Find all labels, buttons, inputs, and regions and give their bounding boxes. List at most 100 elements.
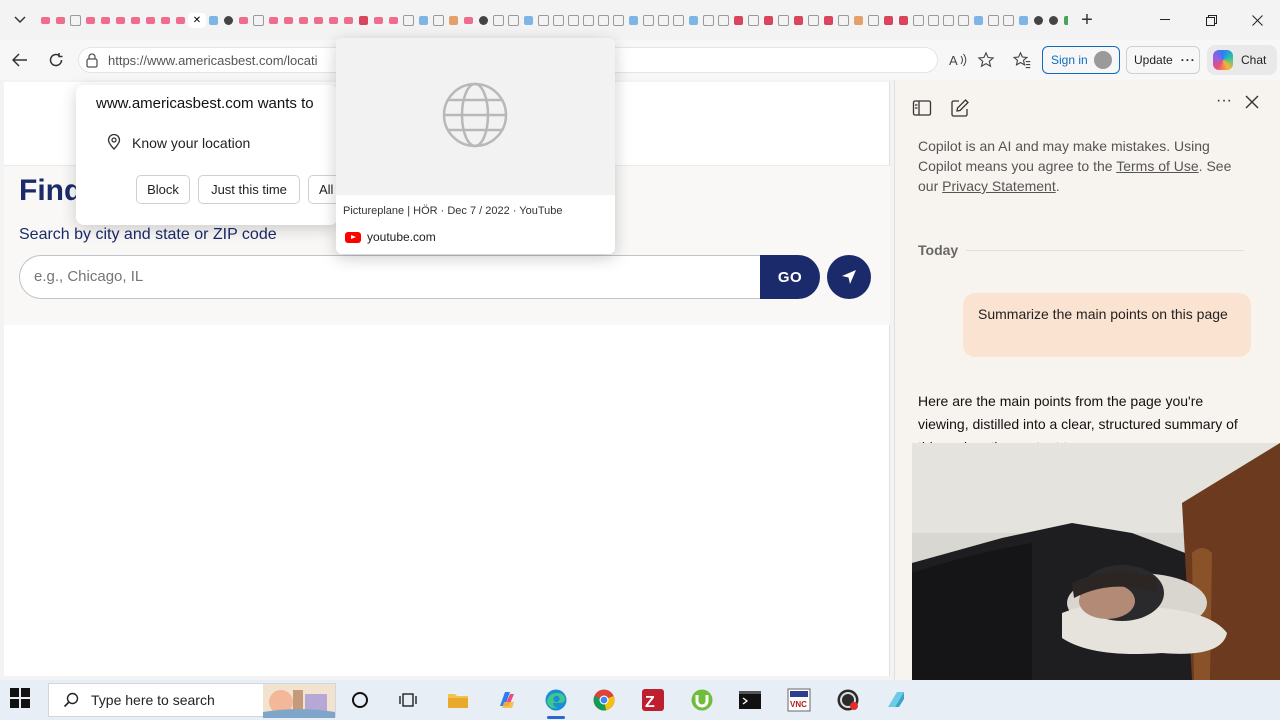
task-view-icon[interactable] bbox=[393, 685, 423, 715]
obs-icon[interactable] bbox=[833, 685, 863, 715]
tab-generic[interactable] bbox=[476, 13, 491, 28]
tab-generic[interactable] bbox=[896, 13, 911, 28]
refresh-icon[interactable] bbox=[44, 48, 68, 72]
file-explorer-icon[interactable] bbox=[443, 685, 473, 715]
tab-generic[interactable] bbox=[581, 13, 596, 28]
tab-generic[interactable] bbox=[731, 13, 746, 28]
tab-generic[interactable] bbox=[926, 13, 941, 28]
tab-generic[interactable] bbox=[956, 13, 971, 28]
close-sidebar-icon[interactable] bbox=[1244, 94, 1264, 114]
tab-mail[interactable] bbox=[68, 13, 83, 28]
tab-youtube[interactable] bbox=[326, 13, 341, 28]
close-window-icon[interactable] bbox=[1234, 6, 1280, 34]
tab-generic[interactable] bbox=[431, 13, 446, 28]
tab-youtube[interactable] bbox=[386, 13, 401, 28]
privacy-statement-link[interactable]: Privacy Statement bbox=[942, 178, 1056, 194]
edge-browser-icon[interactable] bbox=[541, 685, 571, 715]
tab-generic[interactable] bbox=[776, 13, 791, 28]
restore-icon[interactable] bbox=[1188, 6, 1234, 34]
tab-youtube[interactable] bbox=[371, 13, 386, 28]
block-button[interactable]: Block bbox=[136, 175, 190, 204]
filezilla-icon[interactable]: Z bbox=[638, 685, 668, 715]
tab-generic[interactable] bbox=[836, 13, 851, 28]
tab-youtube[interactable] bbox=[311, 13, 326, 28]
tab-close-icon[interactable]: ✕ bbox=[188, 12, 206, 28]
copilot-app-icon[interactable] bbox=[492, 685, 522, 715]
tab-generic[interactable] bbox=[536, 13, 551, 28]
tab-generic[interactable] bbox=[1061, 13, 1068, 28]
tab-youtube[interactable] bbox=[143, 13, 158, 28]
site-info-lock-icon[interactable] bbox=[84, 52, 100, 68]
tab-youtube[interactable] bbox=[281, 13, 296, 28]
tab-generic[interactable] bbox=[746, 13, 761, 28]
tab-generic[interactable] bbox=[761, 13, 776, 28]
tab-youtube[interactable] bbox=[38, 13, 53, 28]
taskbar-search-box[interactable]: Type here to search bbox=[48, 683, 336, 718]
tab-generic[interactable] bbox=[506, 13, 521, 28]
url-text[interactable]: https://www.americasbest.com/locati bbox=[108, 53, 318, 68]
more-options-icon[interactable]: ··· bbox=[1216, 92, 1236, 112]
tab-youtube[interactable] bbox=[236, 13, 251, 28]
tab-youtube[interactable] bbox=[83, 13, 98, 28]
favorites-icon[interactable] bbox=[1010, 48, 1034, 72]
tab-generic[interactable] bbox=[596, 13, 611, 28]
tab-generic[interactable] bbox=[521, 13, 536, 28]
tab-generic[interactable] bbox=[611, 13, 626, 28]
tab-generic[interactable] bbox=[1016, 13, 1031, 28]
utorrent-icon[interactable] bbox=[687, 685, 717, 715]
tab-generic[interactable] bbox=[941, 13, 956, 28]
back-arrow-icon[interactable] bbox=[8, 48, 32, 72]
location-search-input[interactable] bbox=[34, 268, 634, 285]
tab-youtube[interactable] bbox=[266, 13, 281, 28]
new-chat-icon[interactable] bbox=[950, 98, 970, 118]
tab-generic[interactable] bbox=[221, 13, 236, 28]
read-aloud-icon[interactable]: A bbox=[946, 48, 970, 72]
just-this-time-button[interactable]: Just this time bbox=[198, 175, 300, 204]
tab-youtube[interactable] bbox=[98, 13, 113, 28]
tab-generic[interactable] bbox=[626, 13, 641, 28]
tab-generic[interactable] bbox=[911, 13, 926, 28]
tab-youtube[interactable] bbox=[113, 13, 128, 28]
tab-youtube[interactable] bbox=[158, 13, 173, 28]
notes-app-icon[interactable] bbox=[881, 685, 911, 715]
tab-generic[interactable] bbox=[1031, 13, 1046, 28]
tab-generic[interactable] bbox=[791, 13, 806, 28]
tab-generic[interactable] bbox=[1001, 13, 1016, 28]
tab-generic[interactable] bbox=[656, 13, 671, 28]
tab-generic[interactable] bbox=[821, 13, 836, 28]
tab-youtube[interactable] bbox=[173, 13, 188, 28]
tab-youtube[interactable] bbox=[461, 13, 476, 28]
favorite-star-icon[interactable] bbox=[974, 48, 998, 72]
tab-generic[interactable] bbox=[701, 13, 716, 28]
tab-youtube[interactable] bbox=[356, 13, 371, 28]
use-my-location-button[interactable] bbox=[827, 255, 871, 299]
tab-generic[interactable] bbox=[551, 13, 566, 28]
tab-generic[interactable] bbox=[1046, 13, 1061, 28]
sign-in-button[interactable]: Sign in bbox=[1042, 46, 1120, 74]
tab-generic[interactable] bbox=[566, 13, 581, 28]
tab-generic[interactable] bbox=[971, 13, 986, 28]
terminal-icon[interactable] bbox=[735, 685, 765, 715]
minimize-icon[interactable] bbox=[1142, 6, 1188, 34]
tab-youtube[interactable] bbox=[128, 13, 143, 28]
tab-generic[interactable] bbox=[986, 13, 1001, 28]
tab-generic[interactable] bbox=[686, 13, 701, 28]
tab-youtube[interactable] bbox=[296, 13, 311, 28]
windows-start-icon[interactable] bbox=[10, 688, 34, 712]
tab-youtube[interactable] bbox=[53, 13, 68, 28]
vnc-viewer-icon[interactable]: VNC bbox=[784, 685, 814, 715]
chrome-icon[interactable] bbox=[589, 685, 619, 715]
copilot-chat-button[interactable]: Chat bbox=[1207, 45, 1277, 75]
tab-generic[interactable] bbox=[491, 13, 506, 28]
terms-of-use-link[interactable]: Terms of Use bbox=[1116, 158, 1198, 174]
tab-generic[interactable] bbox=[851, 13, 866, 28]
tab-bing[interactable] bbox=[206, 13, 221, 28]
tab-actions-chevron-icon[interactable] bbox=[8, 8, 32, 32]
tab-generic[interactable] bbox=[641, 13, 656, 28]
tab-generic[interactable] bbox=[866, 13, 881, 28]
go-button[interactable]: GO bbox=[760, 255, 820, 299]
tab-generic[interactable] bbox=[401, 13, 416, 28]
tab-bing[interactable] bbox=[416, 13, 431, 28]
tab-generic[interactable] bbox=[446, 13, 461, 28]
tab-generic[interactable] bbox=[881, 13, 896, 28]
